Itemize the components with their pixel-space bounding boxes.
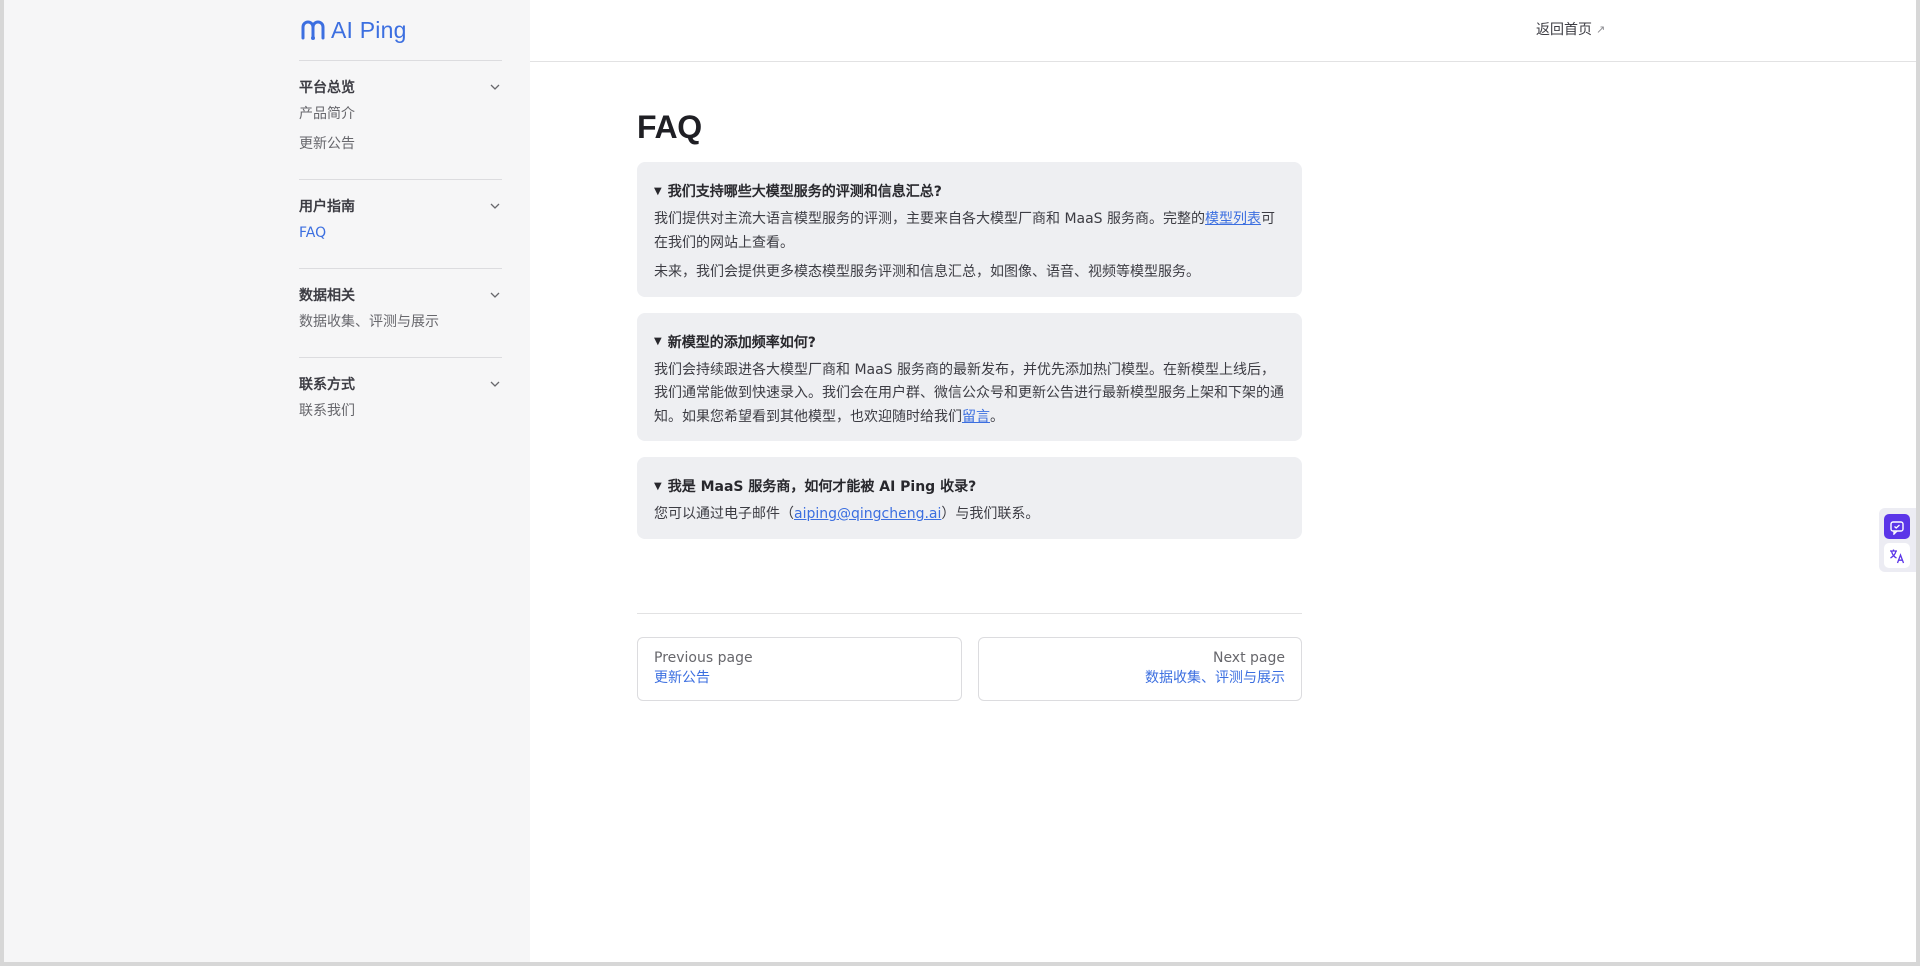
faq-question[interactable]: ▼ 我是 MaaS 服务商，如何才能被 AI Ping 收录? bbox=[654, 473, 1285, 499]
faq-answer: 未来，我们会提供更多模态模型服务评测和信息汇总，如图像、语音、视频等模型服务。 bbox=[654, 264, 1200, 280]
nav-group-platform: 平台总览 产品简介 更新公告 bbox=[299, 60, 502, 179]
nav-group-title: 联系方式 bbox=[299, 377, 355, 393]
faq-question-text: 我们支持哪些大模型服务的评测和信息汇总? bbox=[667, 184, 942, 200]
logo-icon bbox=[301, 20, 325, 40]
sidebar: AI Ping 平台总览 产品简介 更新公告 用户指南 FAQ 数据相关 数据收… bbox=[4, 0, 530, 962]
app-window: AI Ping 平台总览 产品简介 更新公告 用户指南 FAQ 数据相关 数据收… bbox=[4, 0, 1916, 962]
pager-desc: Previous page bbox=[654, 650, 753, 666]
faq-answer-text: 您可以通过电子邮件（ bbox=[654, 506, 794, 522]
back-home-label: 返回首页 bbox=[1536, 22, 1592, 38]
faq-question-text: 我是 MaaS 服务商，如何才能被 AI Ping 收录? bbox=[667, 479, 977, 495]
nav-group-toggle[interactable]: 用户指南 bbox=[299, 194, 502, 218]
faq-answer-text: ）与我们联系。 bbox=[941, 506, 1040, 522]
sidebar-nav: 平台总览 产品简介 更新公告 用户指南 FAQ 数据相关 数据收集、评测与展示 bbox=[299, 60, 502, 446]
chevron-down-icon bbox=[490, 381, 500, 387]
nav-group-title: 平台总览 bbox=[299, 80, 355, 96]
sidebar-item-faq[interactable]: FAQ bbox=[299, 218, 502, 248]
floating-toolbar bbox=[1879, 508, 1916, 572]
translate-button[interactable] bbox=[1884, 543, 1910, 568]
next-page-button[interactable]: Next page 数据收集、评测与展示 bbox=[977, 637, 1302, 701]
model-list-link[interactable]: 模型列表 bbox=[1205, 211, 1261, 227]
translate-icon bbox=[1890, 549, 1905, 563]
nav-group-data: 数据相关 数据收集、评测与展示 bbox=[299, 268, 502, 357]
chevron-down-icon bbox=[490, 292, 500, 298]
faq-question[interactable]: ▼ 新模型的添加频率如何? bbox=[654, 329, 1285, 355]
sidebar-item-data-collection[interactable]: 数据收集、评测与展示 bbox=[299, 307, 502, 337]
main-content: FAQ ▼ 我们支持哪些大模型服务的评测和信息汇总? 我们提供对主流大语言模型服… bbox=[637, 105, 1302, 555]
nav-group-title: 数据相关 bbox=[299, 288, 355, 304]
content-divider bbox=[637, 613, 1302, 614]
nav-group-toggle[interactable]: 联系方式 bbox=[299, 372, 502, 396]
faq-item: ▼ 我是 MaaS 服务商，如何才能被 AI Ping 收录? 您可以通过电子邮… bbox=[637, 457, 1302, 539]
faq-item: ▼ 我们支持哪些大模型服务的评测和信息汇总? 我们提供对主流大语言模型服务的评测… bbox=[637, 162, 1302, 297]
pager-title: 更新公告 bbox=[654, 670, 710, 686]
faq-answer: 您可以通过电子邮件（aiping@qingcheng.ai）与我们联系。 bbox=[654, 503, 1285, 527]
sidebar-item-updates[interactable]: 更新公告 bbox=[299, 129, 502, 159]
expand-triangle-icon: ▼ bbox=[654, 480, 662, 492]
faq-answer: 我们会持续跟进各大模型厂商和 MaaS 服务商的最新发布，并优先添加热门模型。在… bbox=[654, 359, 1285, 430]
nav-group-user-guide: 用户指南 FAQ bbox=[299, 179, 502, 268]
logo-text: AI Ping bbox=[331, 16, 407, 43]
faq-question-text: 新模型的添加频率如何? bbox=[667, 334, 816, 351]
faq-answer-text: 。 bbox=[990, 408, 1004, 425]
pager-title: 数据收集、评测与展示 bbox=[1145, 670, 1285, 686]
sidebar-item-product-intro[interactable]: 产品简介 bbox=[299, 99, 502, 129]
faq-answer: 我们提供对主流大语言模型服务的评测，主要来自各大模型厂商和 MaaS 服务商。完… bbox=[654, 208, 1285, 255]
expand-triangle-icon: ▼ bbox=[654, 185, 662, 197]
email-link[interactable]: aiping@qingcheng.ai bbox=[794, 506, 941, 522]
chat-icon bbox=[1890, 520, 1904, 535]
faq-answer-text: 我们提供对主流大语言模型服务的评测，主要来自各大模型厂商和 MaaS 服务商。完… bbox=[654, 211, 1206, 227]
faq-item: ▼ 新模型的添加频率如何? 我们会持续跟进各大模型厂商和 MaaS 服务商的最新… bbox=[637, 312, 1302, 441]
external-link-icon: ↗ bbox=[1596, 22, 1606, 36]
previous-page-button[interactable]: Previous page 更新公告 bbox=[637, 637, 962, 701]
chat-assistant-button[interactable] bbox=[1884, 514, 1910, 539]
expand-triangle-icon: ▼ bbox=[654, 336, 662, 347]
leave-message-link[interactable]: 留言 bbox=[962, 409, 990, 425]
page-pager: Previous page 更新公告 Next page 数据收集、评测与展示 bbox=[637, 637, 1302, 701]
faq-question[interactable]: ▼ 我们支持哪些大模型服务的评测和信息汇总? bbox=[654, 178, 1285, 204]
sidebar-item-contact-us[interactable]: 联系我们 bbox=[299, 396, 502, 426]
top-bar: 返回首页 ↗ bbox=[530, 0, 1916, 62]
chevron-down-icon bbox=[490, 203, 500, 209]
pager-desc: Next page bbox=[1212, 650, 1285, 666]
chevron-down-icon bbox=[490, 84, 500, 90]
logo[interactable]: AI Ping bbox=[299, 14, 407, 46]
nav-group-toggle[interactable]: 平台总览 bbox=[299, 75, 502, 99]
nav-group-contact: 联系方式 联系我们 bbox=[299, 357, 502, 446]
page-title: FAQ bbox=[637, 109, 702, 145]
nav-group-toggle[interactable]: 数据相关 bbox=[299, 283, 502, 307]
nav-group-title: 用户指南 bbox=[299, 199, 355, 215]
back-home-link[interactable]: 返回首页 ↗ bbox=[1536, 19, 1605, 39]
